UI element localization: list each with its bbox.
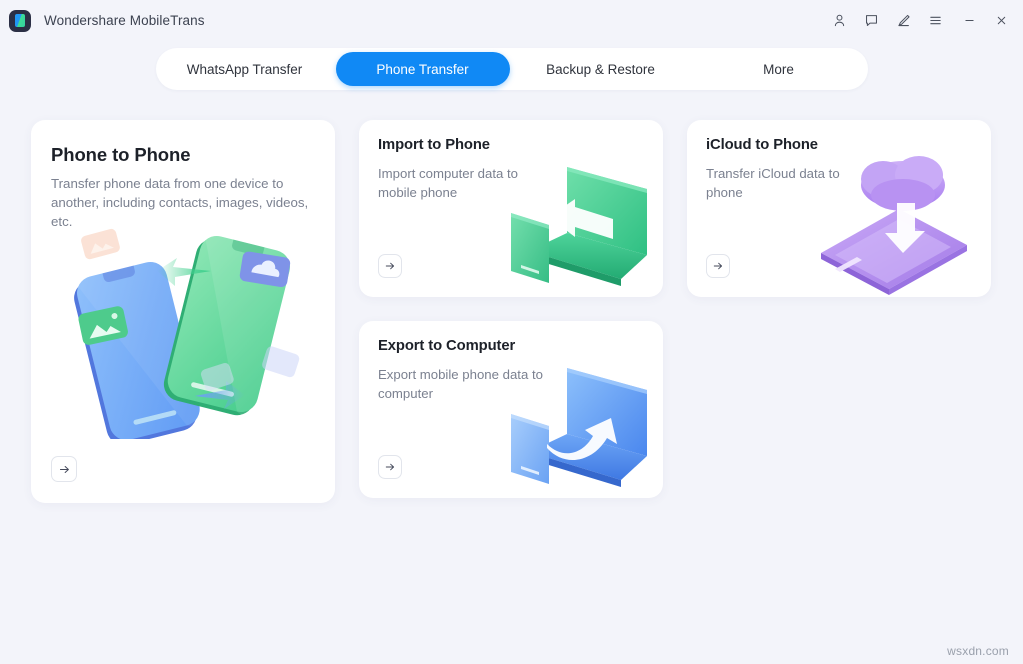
card-title: Import to Phone: [378, 137, 490, 153]
title-bar: Wondershare MobileTrans: [0, 0, 1023, 41]
card-subtitle: Import computer data to mobile phone: [378, 166, 519, 200]
arrow-right-icon: [713, 262, 723, 270]
app-logo-icon: [9, 9, 31, 32]
card-export-to-computer[interactable]: Export to Computer Export mobile phone d…: [359, 321, 663, 498]
feedback-icon[interactable]: [855, 6, 887, 36]
card-title: Phone to Phone: [51, 144, 191, 165]
app-title: Wondershare MobileTrans: [44, 13, 205, 28]
tab-bar: WhatsApp Transfer Phone Transfer Backup …: [155, 48, 868, 90]
import-to-phone-go-button[interactable]: [378, 254, 402, 278]
card-subtitle: Transfer phone data from one device to a…: [51, 176, 309, 229]
column-right: iCloud to Phone Transfer iCloud data to …: [687, 120, 991, 503]
two-phones-transfer-illustration: [65, 224, 310, 445]
window-controls: [823, 0, 1017, 41]
column-middle: Import to Phone Import computer data to …: [359, 120, 663, 503]
card-icloud-to-phone[interactable]: iCloud to Phone Transfer iCloud data to …: [687, 120, 991, 297]
tab-phone-transfer[interactable]: Phone Transfer: [335, 52, 510, 86]
tab-bar-container: WhatsApp Transfer Phone Transfer Backup …: [0, 41, 1023, 97]
tab-more[interactable]: More: [692, 52, 866, 86]
card-subtitle: Export mobile phone data to computer: [378, 367, 543, 401]
close-icon[interactable]: [985, 6, 1017, 36]
phone-to-phone-go-button[interactable]: [51, 456, 77, 482]
arrow-right-icon: [385, 463, 395, 471]
icloud-to-phone-go-button[interactable]: [706, 254, 730, 278]
card-phone-to-phone[interactable]: Phone to Phone Transfer phone data from …: [31, 120, 335, 503]
card-subtitle: Transfer iCloud data to phone: [706, 166, 840, 200]
tab-whatsapp-transfer[interactable]: WhatsApp Transfer: [158, 52, 332, 86]
column-left: Phone to Phone Transfer phone data from …: [31, 120, 335, 503]
arrow-right-icon: [59, 465, 69, 473]
tab-backup-restore[interactable]: Backup & Restore: [514, 52, 688, 86]
export-to-computer-go-button[interactable]: [378, 455, 402, 479]
edit-icon[interactable]: [887, 6, 919, 36]
card-grid: Phone to Phone Transfer phone data from …: [0, 97, 1023, 503]
minimize-icon[interactable]: [953, 6, 985, 36]
app-logo-glyph: [15, 14, 25, 27]
menu-icon[interactable]: [919, 6, 951, 36]
watermark: wsxdn.com: [947, 644, 1009, 658]
card-title: iCloud to Phone: [706, 137, 818, 153]
card-title: Export to Computer: [378, 338, 516, 354]
account-icon[interactable]: [823, 6, 855, 36]
card-import-to-phone[interactable]: Import to Phone Import computer data to …: [359, 120, 663, 297]
arrow-right-icon: [385, 262, 395, 270]
